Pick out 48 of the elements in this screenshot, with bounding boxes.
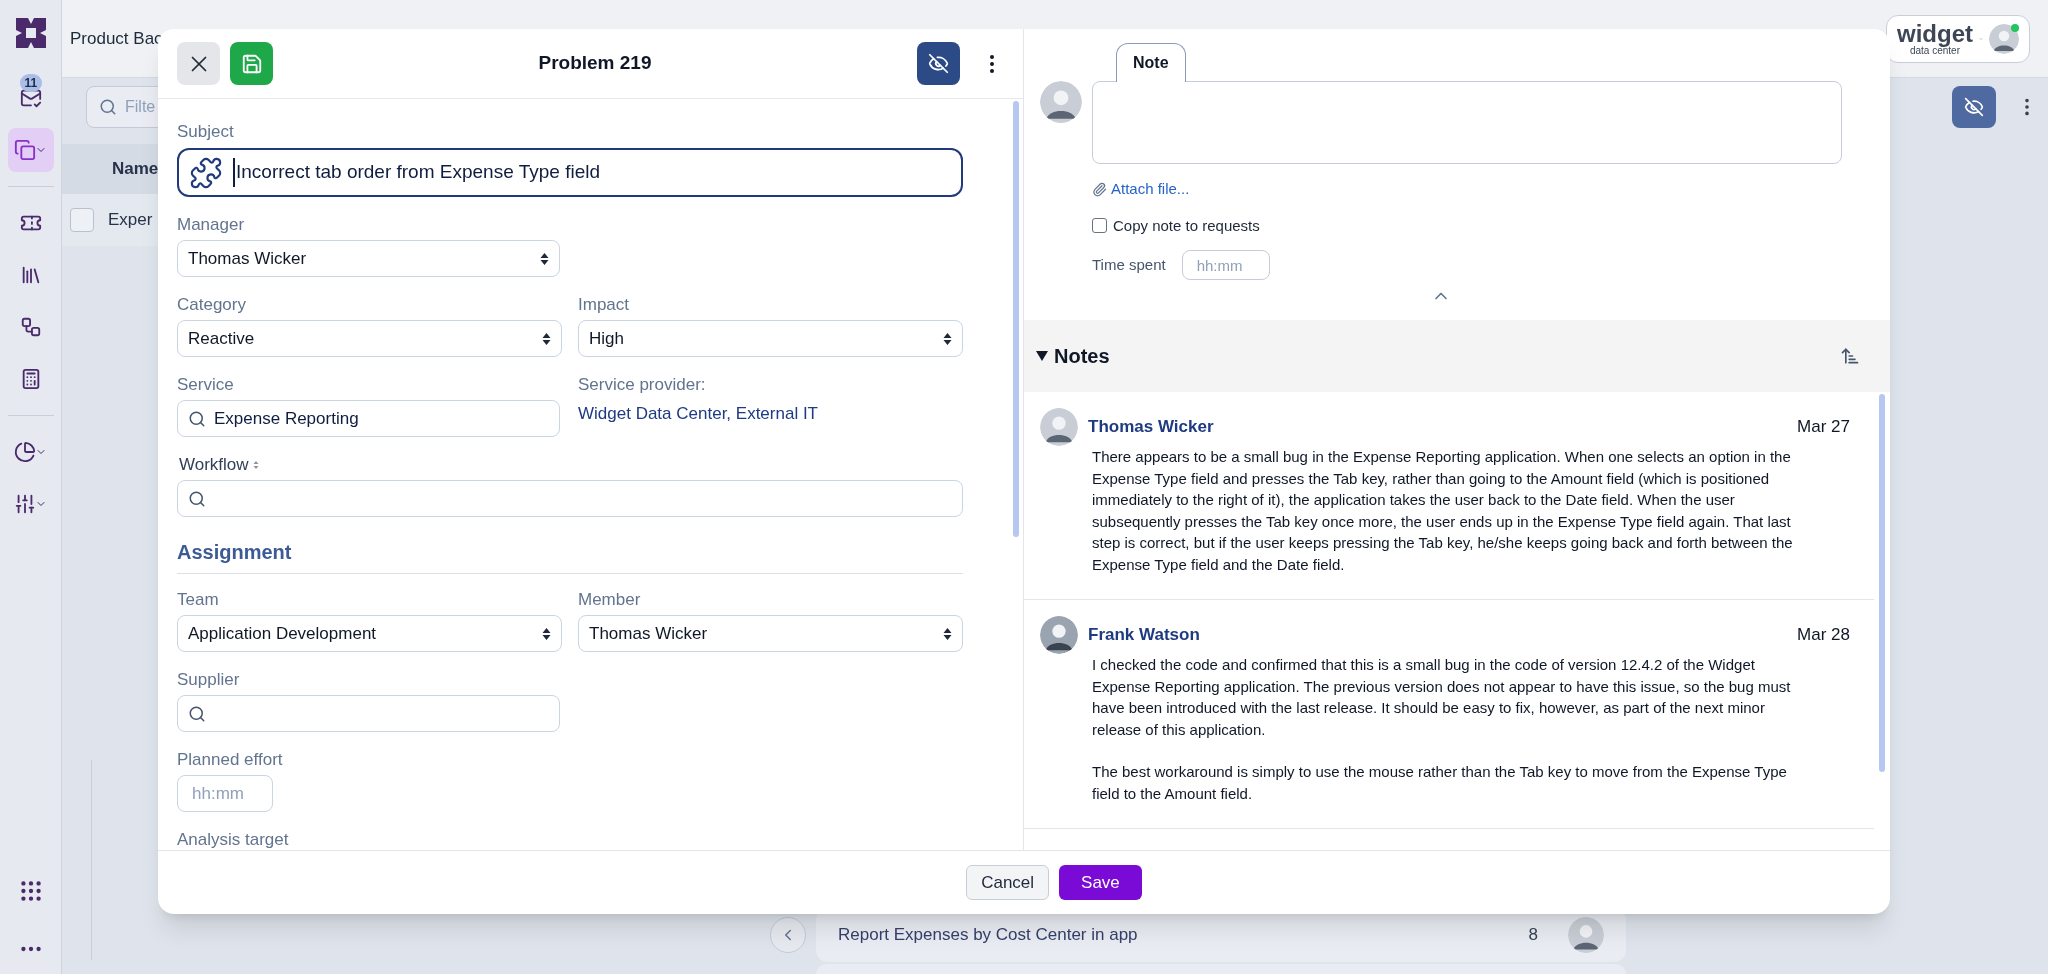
filter-placeholder: Filte bbox=[125, 97, 156, 117]
checkbox-label: Copy note to requests bbox=[1113, 215, 1260, 236]
time-spent-field[interactable]: hh:mm bbox=[1181, 250, 1270, 280]
field-label: Service provider: bbox=[578, 375, 707, 395]
field-label: Team bbox=[177, 590, 220, 610]
subject-value: Incorrect tab order from Expense Type field bbox=[233, 158, 600, 187]
note-tab[interactable]: Note bbox=[1116, 43, 1186, 82]
field-label: Service bbox=[177, 375, 235, 395]
sidebar-item[interactable]: 11 bbox=[7, 76, 54, 120]
cancel-button[interactable]: Cancel bbox=[966, 865, 1050, 900]
logo-name: widget bbox=[1897, 21, 1973, 46]
note-text: I checked the code and confirmed that this is a small bug in the code of version 12.4.2 of the Widget Expense Reporting application. The previous version does not appear to have this issue, so the bug must have been introduced with the last release. It should be easy to fix, however, as part of the next minor release of this application. bbox=[1092, 655, 1792, 740]
note-author[interactable]: Thomas Wicker bbox=[1088, 414, 1214, 440]
logo-tagline: data center bbox=[1909, 45, 1960, 56]
manager-select[interactable]: Thomas Wicker bbox=[177, 240, 560, 277]
note-text: There appears to be a small bug in the Expense Reporting application. When one selects an option in the Expense Type field and presses the Tab key, rather than going to the Amount field (which is positioned immediately to the right of it), the application takes the user back to the Date field. When the user subsequently presses the Tab key once more, the user ends up in the Expense Type field again. That last step is correct, but if the user keeps pressing the Tab key, he/she keeps going back and forth between the Expense Type field and the Date field. bbox=[1092, 447, 1794, 575]
note-text: The best workaround is simply to use the mouse rather than the Tab key to move from the Expense Type field to the Amount field. bbox=[1092, 762, 1788, 804]
attach-file-link[interactable]: Attach file... bbox=[1092, 178, 1842, 201]
field-label: Workflow bbox=[179, 455, 249, 475]
team-select[interactable]: Application Development bbox=[177, 615, 562, 652]
field-label: Planned effort bbox=[177, 750, 284, 770]
field-label: Supplier bbox=[177, 670, 241, 690]
field-label: Manager bbox=[177, 215, 246, 235]
field-label: Member bbox=[578, 590, 642, 610]
section-heading: Assignment bbox=[177, 537, 963, 574]
field-label: Time spent bbox=[1092, 254, 1166, 275]
column-header[interactable]: Name bbox=[112, 156, 159, 182]
save-button[interactable]: Save bbox=[1059, 865, 1142, 900]
note-date: Mar 27 bbox=[1797, 416, 1850, 439]
impact-select[interactable]: High bbox=[578, 320, 963, 357]
count-badge: 11 bbox=[19, 74, 43, 92]
card-count: 8 bbox=[1528, 924, 1538, 947]
card-title: Report Expenses by Cost Center in app bbox=[838, 924, 1138, 947]
field-label: Category bbox=[177, 295, 247, 315]
category-select[interactable]: Reactive bbox=[177, 320, 562, 357]
dialog-title: Problem 219 bbox=[538, 51, 652, 76]
member-select[interactable]: Thomas Wicker bbox=[578, 615, 963, 652]
table-cell-text: Exper bbox=[108, 209, 153, 232]
planned-effort-field[interactable]: hh:mm bbox=[177, 775, 273, 812]
note-date: Mar 28 bbox=[1797, 624, 1850, 647]
subject-field[interactable]: Incorrect tab order from Expense Type field bbox=[177, 148, 963, 197]
note-author[interactable]: Frank Watson bbox=[1088, 622, 1200, 648]
field-label: Analysis target bbox=[177, 830, 290, 850]
notes-toggle[interactable]: Notes bbox=[1036, 341, 1110, 371]
service-provider-link[interactable]: Widget Data Center, External IT bbox=[578, 401, 963, 427]
field-label: Impact bbox=[578, 295, 631, 315]
field-label: Subject bbox=[177, 122, 235, 142]
service-field[interactable]: Expense Reporting bbox=[177, 400, 560, 437]
